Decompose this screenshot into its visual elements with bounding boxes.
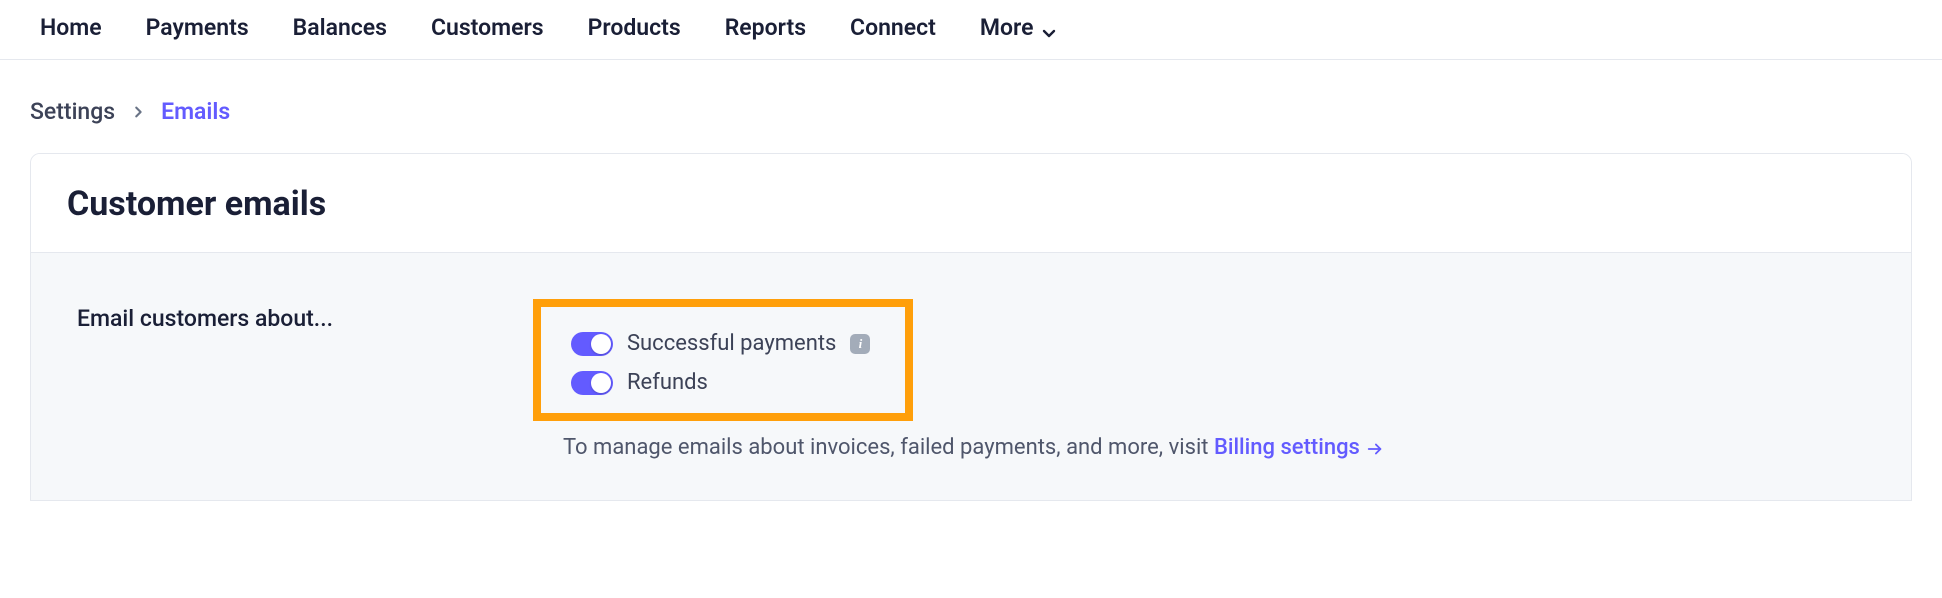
settings-panel: Customer emails Email customers about...… bbox=[30, 153, 1912, 501]
highlight-box: Successful payments i Refunds bbox=[533, 299, 913, 421]
toggle-refunds[interactable] bbox=[571, 371, 613, 395]
section-label: Email customers about... bbox=[77, 299, 333, 332]
nav-item-connect[interactable]: Connect bbox=[850, 14, 936, 41]
nav-item-products[interactable]: Products bbox=[588, 14, 681, 41]
toggle-label: Successful payments bbox=[627, 331, 836, 356]
top-nav: Home Payments Balances Customers Product… bbox=[0, 0, 1942, 60]
breadcrumb: Settings Emails bbox=[0, 60, 1942, 125]
nav-item-payments[interactable]: Payments bbox=[146, 14, 249, 41]
nav-item-balances[interactable]: Balances bbox=[293, 14, 387, 41]
panel-header: Customer emails bbox=[31, 154, 1911, 253]
chevron-right-icon bbox=[131, 105, 145, 119]
arrow-right-icon bbox=[1366, 439, 1384, 457]
info-icon[interactable]: i bbox=[850, 334, 870, 354]
nav-item-home[interactable]: Home bbox=[40, 14, 102, 41]
nav-item-customers[interactable]: Customers bbox=[431, 14, 544, 41]
toggle-successful-payments[interactable] bbox=[571, 332, 613, 356]
breadcrumb-current[interactable]: Emails bbox=[161, 98, 230, 125]
panel-body: Email customers about... Successful paym… bbox=[31, 253, 1911, 500]
toggle-row-successful-payments: Successful payments i bbox=[571, 331, 875, 356]
nav-item-more[interactable]: More bbox=[980, 14, 1058, 41]
help-text-prefix: To manage emails about invoices, failed … bbox=[563, 435, 1214, 460]
help-text: To manage emails about invoices, failed … bbox=[533, 435, 1875, 460]
controls-column: Successful payments i Refunds To manage … bbox=[533, 299, 1875, 460]
toggle-row-refunds: Refunds bbox=[571, 370, 875, 395]
link-label: Billing settings bbox=[1214, 435, 1360, 460]
billing-settings-link[interactable]: Billing settings bbox=[1214, 435, 1384, 460]
chevron-down-icon bbox=[1041, 20, 1057, 36]
nav-more-label: More bbox=[980, 14, 1034, 41]
toggle-label: Refunds bbox=[627, 370, 708, 395]
breadcrumb-root[interactable]: Settings bbox=[30, 98, 115, 125]
nav-item-reports[interactable]: Reports bbox=[725, 14, 806, 41]
page-title: Customer emails bbox=[67, 184, 1875, 224]
